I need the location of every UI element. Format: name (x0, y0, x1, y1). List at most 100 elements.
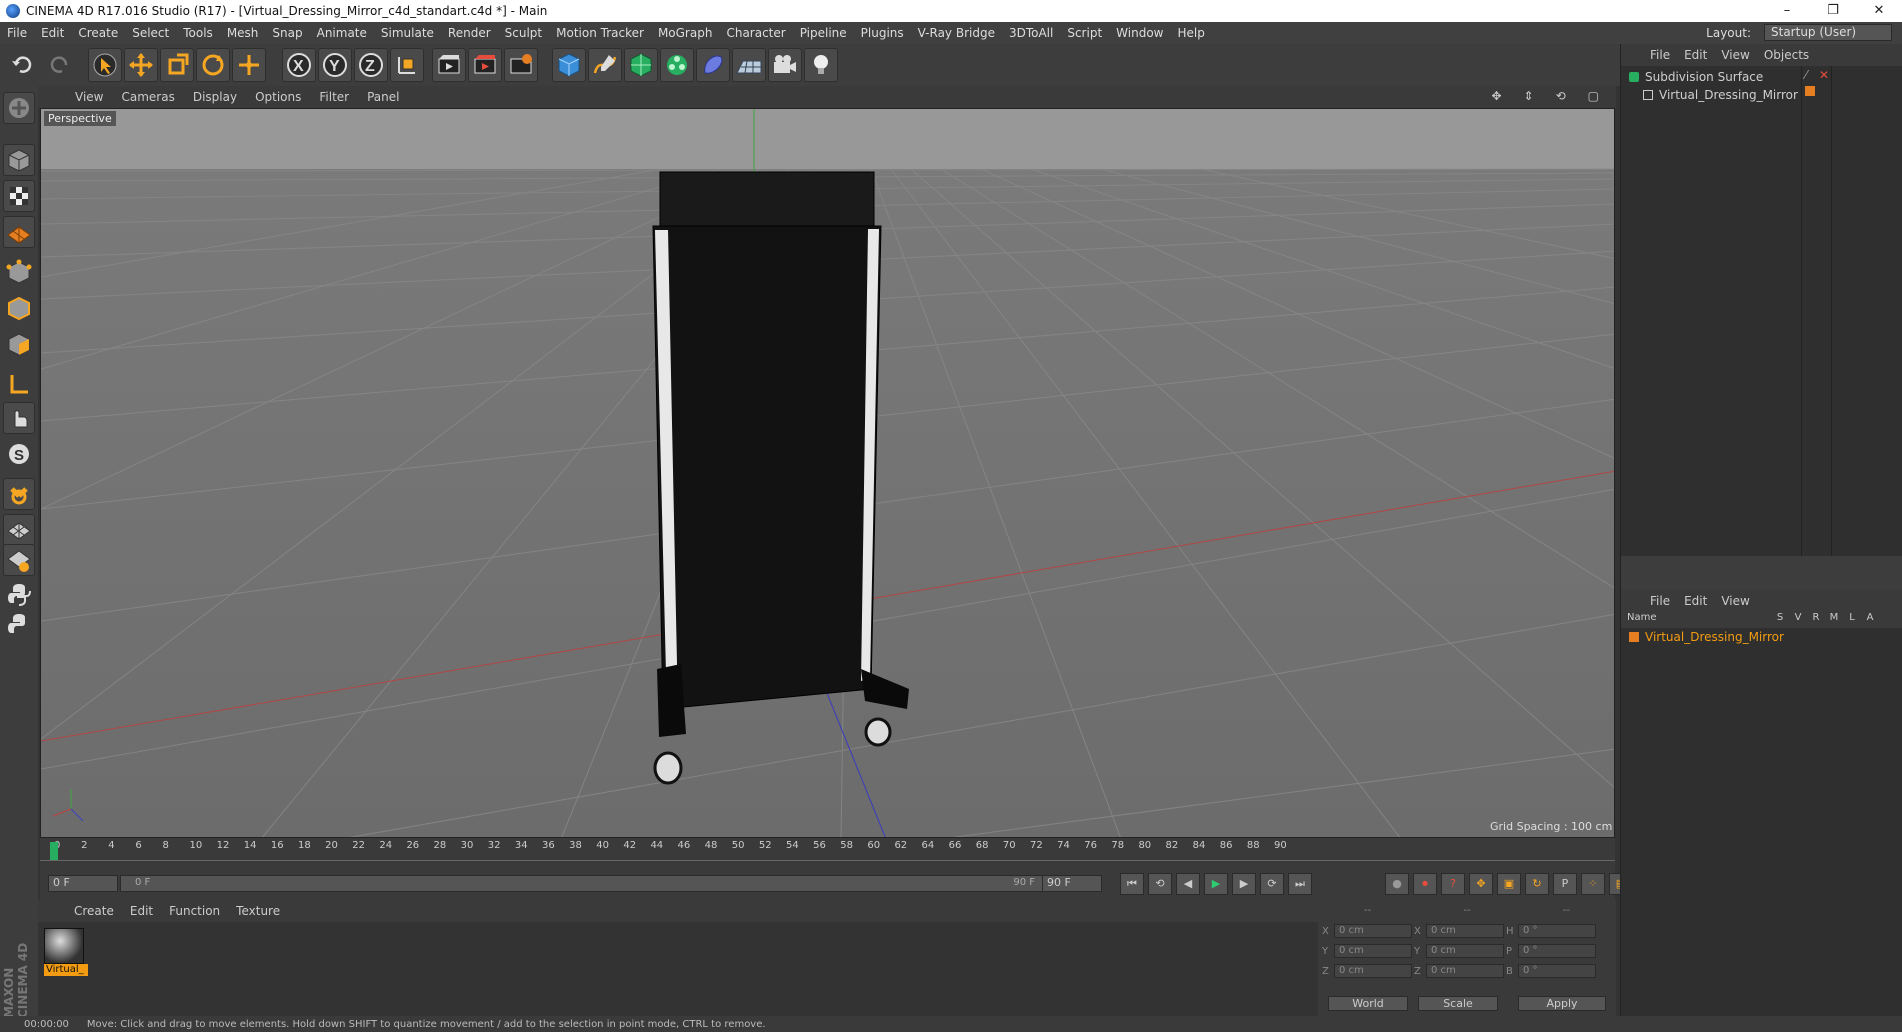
texture-mode-icon[interactable] (3, 180, 35, 212)
layer-row[interactable]: Virtual_Dressing_Mirror (1629, 630, 1784, 644)
render-settings-icon[interactable] (504, 48, 538, 82)
scale-dropdown[interactable]: Scale (1418, 996, 1498, 1011)
timeline-ruler[interactable]: 0246810121416182022242628303234363840424… (40, 838, 1615, 870)
coord-value-field[interactable]: 0 ° (1518, 924, 1596, 938)
coord-value-field[interactable]: 0 cm (1426, 924, 1504, 938)
menu-item-plugins[interactable]: Plugins (854, 26, 911, 40)
menu-item-3dtoall[interactable]: 3DToAll (1002, 26, 1060, 40)
workplane-mode-icon[interactable] (3, 216, 35, 248)
viewport-menu-panel[interactable]: Panel (358, 90, 408, 104)
viewport-menu-view[interactable]: View (66, 90, 112, 104)
coord-value-field[interactable]: 0 cm (1334, 964, 1412, 978)
layers-menu-file[interactable]: File (1643, 594, 1677, 608)
menu-item-snap[interactable]: Snap (265, 26, 309, 40)
disable-icon[interactable]: ✕ (1819, 68, 1829, 82)
autokey-icon[interactable]: ? (1441, 873, 1465, 895)
python-plugin-icon[interactable] (3, 608, 35, 640)
record-keys-icon[interactable]: ⏺ (1413, 873, 1437, 895)
virtual-dressing-mirror-model[interactable] (652, 171, 909, 785)
camera-icon[interactable] (768, 48, 802, 82)
material-menu-function[interactable]: Function (161, 904, 228, 918)
end-frame-field[interactable]: 90 F (1042, 875, 1102, 892)
menu-item-pipeline[interactable]: Pipeline (793, 26, 854, 40)
coord-value-field[interactable]: 0 ° (1518, 964, 1596, 978)
next-frame-icon[interactable]: ▶ (1232, 873, 1256, 895)
coordinate-system-icon[interactable] (390, 48, 424, 82)
layers-menu-edit[interactable]: Edit (1677, 594, 1714, 608)
menu-item-v-ray-bridge[interactable]: V-Ray Bridge (911, 26, 1002, 40)
cube-object-icon[interactable] (552, 48, 586, 82)
menu-item-tools[interactable]: Tools (176, 26, 220, 40)
rotate-view-icon[interactable]: ⟲ (1547, 89, 1575, 103)
material-menu-texture[interactable]: Texture (228, 904, 288, 918)
select-tool-icon[interactable] (88, 48, 122, 82)
previous-key-icon[interactable]: ⟲ (1148, 873, 1172, 895)
y-axis-lock-icon[interactable]: Y (318, 48, 352, 82)
apply-button[interactable]: Apply (1518, 996, 1606, 1011)
coord-value-field[interactable]: 0 cm (1426, 964, 1504, 978)
edges-mode-icon[interactable] (3, 292, 35, 324)
zoom-view-icon[interactable]: ⇕ (1515, 89, 1543, 103)
redo-icon[interactable] (42, 48, 76, 82)
make-editable-icon[interactable] (3, 92, 35, 124)
3d-viewport[interactable] (40, 108, 1615, 838)
mograph-cloner-icon[interactable] (660, 48, 694, 82)
axis-mode-icon[interactable] (3, 368, 35, 400)
objects-menu-file[interactable]: File (1643, 48, 1677, 62)
menu-item-motion-tracker[interactable]: Motion Tracker (549, 26, 651, 40)
menu-item-help[interactable]: Help (1170, 26, 1211, 40)
spline-pen-icon[interactable] (588, 48, 622, 82)
workplane-grid-icon[interactable] (3, 514, 35, 546)
viewport-menu-cameras[interactable]: Cameras (112, 90, 183, 104)
minimize-button[interactable]: – (1764, 0, 1810, 22)
polygons-mode-icon[interactable] (3, 328, 35, 360)
maximize-button[interactable]: ❐ (1810, 0, 1856, 22)
viewport-menu-filter[interactable]: Filter (310, 90, 358, 104)
next-key-icon[interactable]: ⟳ (1260, 873, 1284, 895)
transform-tool-icon[interactable] (232, 48, 266, 82)
move-tool-icon[interactable] (124, 48, 158, 82)
world-dropdown[interactable]: World (1328, 996, 1408, 1011)
coord-value-field[interactable]: 0 ° (1518, 944, 1596, 958)
menu-item-mograph[interactable]: MoGraph (651, 26, 720, 40)
coord-value-field[interactable]: 0 cm (1334, 944, 1412, 958)
z-axis-lock-icon[interactable]: Z (354, 48, 388, 82)
editor-visibility-icon[interactable]: ⁄ (1805, 68, 1807, 82)
menu-item-script[interactable]: Script (1060, 26, 1109, 40)
locked-workplane-icon[interactable] (3, 544, 35, 576)
tweak-mode-icon[interactable] (3, 402, 35, 434)
magnet-icon[interactable] (3, 478, 35, 510)
coord-value-field[interactable]: 0 cm (1334, 924, 1412, 938)
key-param-icon[interactable]: P (1553, 873, 1577, 895)
deformer-icon[interactable] (696, 48, 730, 82)
render-picture-viewer-icon[interactable] (468, 48, 502, 82)
menu-item-file[interactable]: File (0, 26, 34, 40)
menu-item-edit[interactable]: Edit (34, 26, 71, 40)
undo-icon[interactable] (6, 48, 40, 82)
material-menu-edit[interactable]: Edit (122, 904, 161, 918)
rotate-tool-icon[interactable] (196, 48, 230, 82)
current-frame-field[interactable]: 0 F (48, 875, 118, 892)
objects-menu-edit[interactable]: Edit (1677, 48, 1714, 62)
material-menu-create[interactable]: Create (66, 904, 122, 918)
key-rotation-icon[interactable]: ↻ (1525, 873, 1549, 895)
viewport-menu-display[interactable]: Display (184, 90, 246, 104)
menu-item-animate[interactable]: Animate (310, 26, 374, 40)
menu-item-window[interactable]: Window (1109, 26, 1170, 40)
layers-menu-view[interactable]: View (1714, 594, 1756, 608)
playhead[interactable] (50, 842, 58, 860)
x-axis-lock-icon[interactable]: X (282, 48, 316, 82)
model-mode-icon[interactable] (3, 144, 35, 176)
go-to-end-icon[interactable]: ⏭ (1288, 873, 1312, 895)
menu-item-simulate[interactable]: Simulate (374, 26, 441, 40)
motion-record-icon[interactable]: ● (1385, 873, 1409, 895)
menu-item-render[interactable]: Render (441, 26, 498, 40)
key-position-icon[interactable]: ✥ (1469, 873, 1493, 895)
render-view-icon[interactable] (432, 48, 466, 82)
previous-frame-icon[interactable]: ◀ (1176, 873, 1200, 895)
coord-value-field[interactable]: 0 cm (1426, 944, 1504, 958)
play-icon[interactable]: ▶ (1204, 873, 1228, 895)
key-scale-icon[interactable]: ▣ (1497, 873, 1521, 895)
material-swatch[interactable]: Virtual_ (44, 928, 88, 976)
go-to-start-icon[interactable]: ⏮ (1120, 873, 1144, 895)
